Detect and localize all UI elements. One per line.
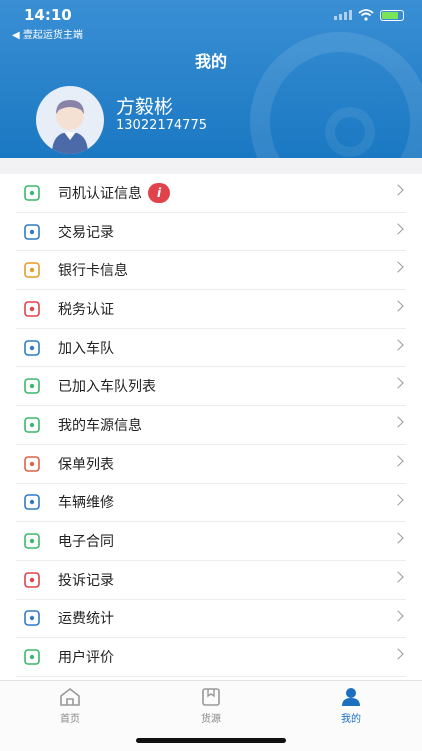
chevron-right-icon (392, 184, 404, 196)
chevron-right-icon (392, 609, 404, 622)
menu-item[interactable]: 运费统计 (16, 600, 406, 639)
menu-item-label: 保单列表 (58, 456, 114, 473)
complaint-icon (22, 570, 42, 590)
menu-item[interactable]: 保单列表 (16, 445, 406, 484)
menu-item-label: 交易记录 (58, 224, 114, 241)
chevron-right-icon (392, 532, 404, 544)
menu-item[interactable]: 银行卡信息 (16, 251, 406, 291)
policy-person-icon (22, 454, 42, 474)
menu-item[interactable]: 加入车队 (16, 329, 406, 368)
menu-item-label: 车辆维修 (58, 495, 114, 512)
menu-item-label: 司机认证信息 (58, 185, 142, 202)
menu-item-label: 用户评价 (58, 650, 114, 667)
menu-item[interactable]: 交易记录 (16, 213, 406, 252)
info-badge: i (148, 182, 170, 203)
repair-doc-icon (22, 492, 42, 512)
home-indicator (136, 738, 286, 743)
menu-item[interactable]: 我的车源信息 (16, 406, 406, 445)
chevron-right-icon (392, 455, 404, 467)
chevron-right-icon (392, 416, 404, 428)
status-bar: 14:10 ◀ 壹起运货主端 (0, 0, 422, 41)
steering-wheel-icon (22, 338, 42, 358)
menu-item-label: 银行卡信息 (58, 263, 128, 280)
page-title: 我的 (194, 52, 227, 71)
profile-phone: 13022174775 (116, 118, 207, 133)
person-icon (342, 688, 360, 706)
tab-mine[interactable]: 我的 (311, 687, 391, 725)
menu-item[interactable]: 税务认证 (16, 290, 406, 329)
menu-item-label: 加入车队 (58, 340, 114, 357)
profile-name: 方毅彬 (116, 96, 174, 118)
chat-icon (22, 647, 42, 667)
wifi-icon (358, 9, 374, 21)
avatar[interactable] (36, 86, 104, 154)
tab-home[interactable]: 首页 (30, 687, 110, 725)
coin-icon (22, 260, 42, 280)
menu-item[interactable]: 用户评价 (16, 638, 406, 677)
menu-item[interactable]: 已加入车队列表 (16, 367, 406, 407)
document-list-icon (22, 222, 42, 242)
menu-item[interactable]: 投诉记录 (16, 561, 406, 600)
menu-item-label: 税务认证 (58, 301, 114, 318)
chevron-right-icon (392, 261, 404, 274)
signal-icon (334, 10, 352, 20)
menu-item-label: 已加入车队列表 (58, 379, 156, 396)
tab-cargo[interactable]: 货源 (171, 687, 251, 725)
status-time: 14:10 (24, 6, 72, 24)
list-search-icon (22, 415, 42, 435)
menu-item[interactable]: 车辆维修 (16, 484, 406, 523)
box-icon (202, 688, 220, 706)
menu-item-label: 运费统计 (58, 611, 114, 628)
menu-item[interactable]: 电子合同 (16, 522, 406, 561)
menu-list: 司机认证信息 i 交易记录银行卡信息税务认证加入车队已加入车队列表 我的车源信息 保单列… (0, 174, 422, 716)
shield-check-icon (22, 376, 42, 396)
home-icon (60, 687, 80, 706)
battery-icon (380, 9, 404, 21)
menu-item-label: 投诉记录 (58, 572, 114, 589)
chevron-right-icon (392, 571, 404, 583)
chevron-right-icon (392, 493, 404, 506)
chevron-right-icon (392, 300, 404, 312)
menu-item-label: 我的车源信息 (58, 417, 142, 434)
chevron-right-icon (392, 223, 404, 235)
shield-alert-icon (22, 608, 42, 628)
menu-item-label: 电子合同 (58, 534, 114, 551)
back-to-app-link[interactable]: ◀ 壹起运货主端 (12, 26, 83, 41)
chevron-right-icon (392, 648, 404, 660)
profile-header: 14:10 ◀ 壹起运货主端 我的 方毅彬 13022174775 (0, 0, 422, 158)
chevron-right-icon (392, 339, 404, 351)
menu-item[interactable]: 司机认证信息 i (16, 174, 406, 213)
face-scan-icon (22, 299, 42, 319)
wrench-circle-icon (22, 531, 42, 551)
chevron-right-icon (392, 377, 404, 390)
id-person-icon (22, 183, 42, 203)
